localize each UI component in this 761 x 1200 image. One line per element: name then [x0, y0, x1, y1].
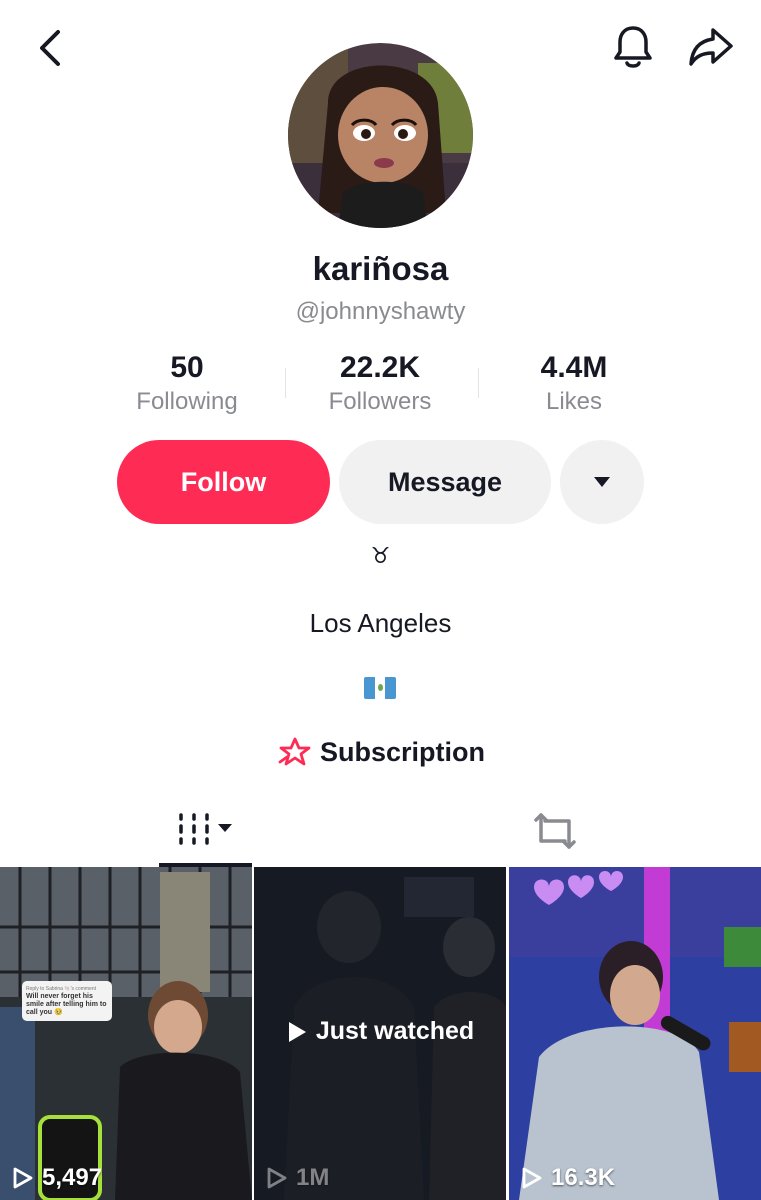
- view-count: 1M: [266, 1164, 329, 1192]
- bio-location: Los Angeles: [309, 608, 452, 638]
- video-thumbnail[interactable]: Reply to Sabrina 🐚's comment Will never …: [0, 867, 252, 1200]
- followers-label: Followers: [328, 388, 432, 415]
- play-outline-icon: [267, 1167, 287, 1189]
- view-count-value: 16.3K: [551, 1164, 616, 1191]
- message-button[interactable]: Message: [339, 440, 551, 524]
- display-name: kariñosa: [312, 250, 449, 287]
- guatemala-flag-icon: [364, 677, 396, 699]
- stat-followers[interactable]: 22.2K Followers: [283, 350, 477, 418]
- play-icon: [288, 1021, 306, 1042]
- suggested-accounts-button[interactable]: [560, 440, 644, 524]
- stat-following[interactable]: 50 Following: [90, 350, 284, 418]
- likes-count: 4.4M: [540, 351, 608, 384]
- play-outline-icon: [13, 1167, 33, 1189]
- stat-likes[interactable]: 4.4M Likes: [477, 350, 671, 418]
- view-count: 16.3K: [521, 1164, 615, 1192]
- subscription-link[interactable]: Subscription: [278, 732, 485, 772]
- view-count-value: 5,497: [42, 1164, 103, 1191]
- followers-count: 22.2K: [339, 351, 421, 384]
- likes-label: Likes: [545, 388, 603, 415]
- just-watched-text: Just watched: [315, 1017, 475, 1045]
- caption-reply-to: Reply to Sabrina 🐚's comment: [26, 986, 96, 992]
- star-burst-icon: [278, 737, 311, 766]
- following-count: 50: [170, 351, 204, 384]
- caption-text: Will never forget his smile after tellin…: [26, 993, 107, 1016]
- video-grid-icon: [178, 813, 232, 845]
- video-grid: Reply to Sabrina 🐚's comment Will never …: [0, 867, 761, 1200]
- bio-zodiac: ♉: [370, 544, 391, 569]
- view-count-value: 1M: [296, 1164, 330, 1191]
- repost-icon: [533, 813, 576, 849]
- profile-tabs: [0, 795, 761, 867]
- view-count: 5,497: [12, 1164, 102, 1192]
- profile-stats: 50 Following 22.2K Followers 4.4M Likes: [90, 350, 670, 420]
- reply-caption: Reply to Sabrina 🐚's comment Will never …: [22, 981, 112, 1021]
- username-handle: @johnnyshawty: [295, 298, 466, 325]
- subscription-label: Subscription: [320, 736, 486, 767]
- bell-icon[interactable]: [608, 22, 658, 72]
- share-arrow-icon[interactable]: [684, 22, 738, 72]
- tab-videos[interactable]: [159, 795, 252, 867]
- video-thumbnail[interactable]: Just watched 1M: [254, 867, 506, 1200]
- just-watched-label: Just watched: [254, 1017, 506, 1046]
- caret-down-icon: [594, 477, 610, 487]
- avatar[interactable]: [288, 43, 473, 228]
- following-label: Following: [136, 388, 238, 415]
- play-outline-icon: [522, 1167, 542, 1189]
- tab-reposts[interactable]: [508, 795, 601, 867]
- follow-button[interactable]: Follow: [117, 440, 330, 524]
- back-chevron-icon[interactable]: [28, 26, 72, 70]
- video-thumbnail[interactable]: 16.3K: [509, 867, 761, 1200]
